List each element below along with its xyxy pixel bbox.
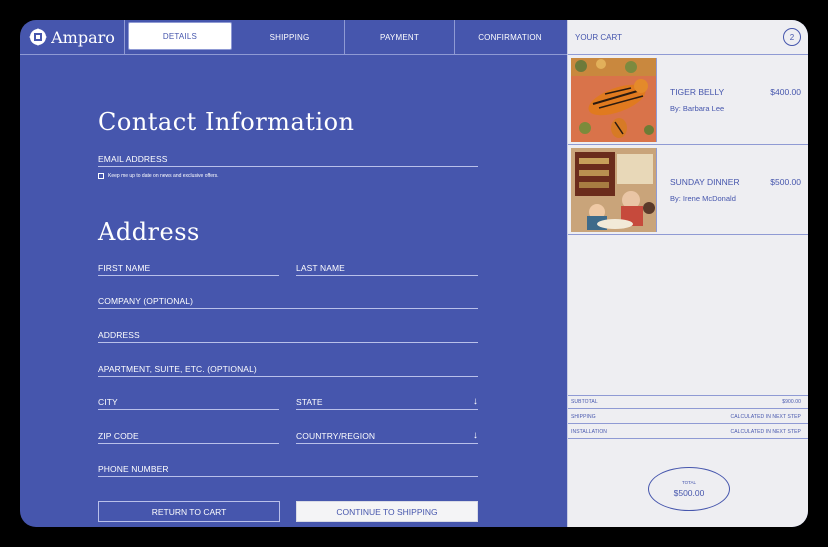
tab-payment[interactable]: PAYMENT <box>345 20 455 54</box>
total-badge: TOTAL $500.00 <box>648 467 730 511</box>
item-name: TIGER BELLY <box>670 87 725 97</box>
country-label: COUNTRY/REGION <box>296 431 376 441</box>
return-to-cart-button[interactable]: RETURN TO CART <box>98 501 280 522</box>
first-name-label: FIRST NAME <box>98 263 151 273</box>
brand-name: Amparo <box>51 27 115 47</box>
summary-value: CALCULATED IN NEXT STEP <box>730 413 801 420</box>
summary-label: INSTALLATION <box>571 428 608 435</box>
first-name-field[interactable]: FIRST NAME <box>98 262 279 276</box>
amparo-logo-icon <box>29 28 48 46</box>
checkout-screen: Amparo DETAILS SHIPPING PAYMENT CONFIRMA… <box>20 20 808 527</box>
arrow-down-icon: ↓ <box>472 396 478 407</box>
item-artist: By: Barbara Lee <box>670 104 725 113</box>
total-label: TOTAL <box>681 480 697 485</box>
apartment-field[interactable]: APARTMENT, SUITE, ETC. (OPTIONAL) <box>98 363 478 377</box>
email-field[interactable]: EMAIL ADDRESS <box>98 153 478 167</box>
device-frame: Amparo DETAILS SHIPPING PAYMENT CONFIRMA… <box>0 0 828 547</box>
brand-logo[interactable]: Amparo <box>20 20 125 54</box>
summary-value: $900.00 <box>782 399 801 405</box>
summary-value: CALCULATED IN NEXT STEP <box>730 428 801 435</box>
summary-row-shipping: SHIPPING CALCULATED IN NEXT STEP <box>568 410 808 424</box>
arrow-down-icon: ↓ <box>472 430 478 441</box>
address-field[interactable]: ADDRESS <box>98 329 478 343</box>
item-price: $400.00 <box>770 87 801 97</box>
email-label: EMAIL ADDRESS <box>98 154 168 164</box>
company-field[interactable]: COMPANY (OPTIONAL) <box>98 295 478 309</box>
cart-item[interactable]: SUNDAY DINNER By: Irene McDonald $500.00 <box>568 145 808 235</box>
address-heading: Address <box>98 218 200 246</box>
top-nav: Amparo DETAILS SHIPPING PAYMENT CONFIRMA… <box>20 20 567 55</box>
tiger-belly-thumbnail <box>571 58 657 142</box>
cart-panel: YOUR CART 2 TIGER BELLY By: Barbara Lee … <box>567 20 808 527</box>
address-label: ADDRESS <box>98 330 140 340</box>
newsletter-checkbox[interactable] <box>98 173 104 179</box>
summary-label: SHIPPING <box>571 413 596 420</box>
last-name-field[interactable]: LAST NAME <box>296 262 478 276</box>
phone-field[interactable]: PHONE NUMBER <box>98 463 478 477</box>
newsletter-row: Keep me up to date on news and exclusive… <box>98 173 219 179</box>
zip-label: ZIP CODE <box>98 431 139 441</box>
summary-row-installation: INSTALLATION CALCULATED IN NEXT STEP <box>568 425 808 439</box>
company-label: COMPANY (OPTIONAL) <box>98 296 193 306</box>
newsletter-label: Keep me up to date on news and exclusive… <box>108 173 219 179</box>
tab-confirmation[interactable]: CONFIRMATION <box>455 20 565 54</box>
summary-label: SUBTOTAL <box>571 399 598 405</box>
total-value: $500.00 <box>673 488 705 498</box>
tab-shipping[interactable]: SHIPPING <box>235 20 345 54</box>
contact-heading: Contact Information <box>98 108 355 136</box>
last-name-label: LAST NAME <box>296 263 345 273</box>
item-name: SUNDAY DINNER <box>670 177 740 187</box>
continue-to-shipping-button[interactable]: CONTINUE TO SHIPPING <box>296 501 478 522</box>
phone-label: PHONE NUMBER <box>98 464 169 474</box>
cart-count-badge: 2 <box>783 28 801 46</box>
state-select[interactable]: STATE ↓ <box>296 396 478 410</box>
city-label: CITY <box>98 397 118 407</box>
country-select[interactable]: COUNTRY/REGION ↓ <box>296 430 478 444</box>
item-price: $500.00 <box>770 177 801 187</box>
cart-title: YOUR CART <box>575 32 622 42</box>
item-artist: By: Irene McDonald <box>670 194 736 203</box>
tab-details[interactable]: DETAILS <box>128 22 232 50</box>
cart-item[interactable]: TIGER BELLY By: Barbara Lee $400.00 <box>568 55 808 145</box>
sunday-dinner-thumbnail <box>571 148 657 232</box>
state-label: STATE <box>296 397 323 407</box>
apartment-label: APARTMENT, SUITE, ETC. (OPTIONAL) <box>98 364 257 374</box>
zip-field[interactable]: ZIP CODE <box>98 430 279 444</box>
summary-row-subtotal: SUBTOTAL $900.00 <box>568 395 808 409</box>
city-field[interactable]: CITY <box>98 396 279 410</box>
cart-header: YOUR CART 2 <box>568 20 808 55</box>
